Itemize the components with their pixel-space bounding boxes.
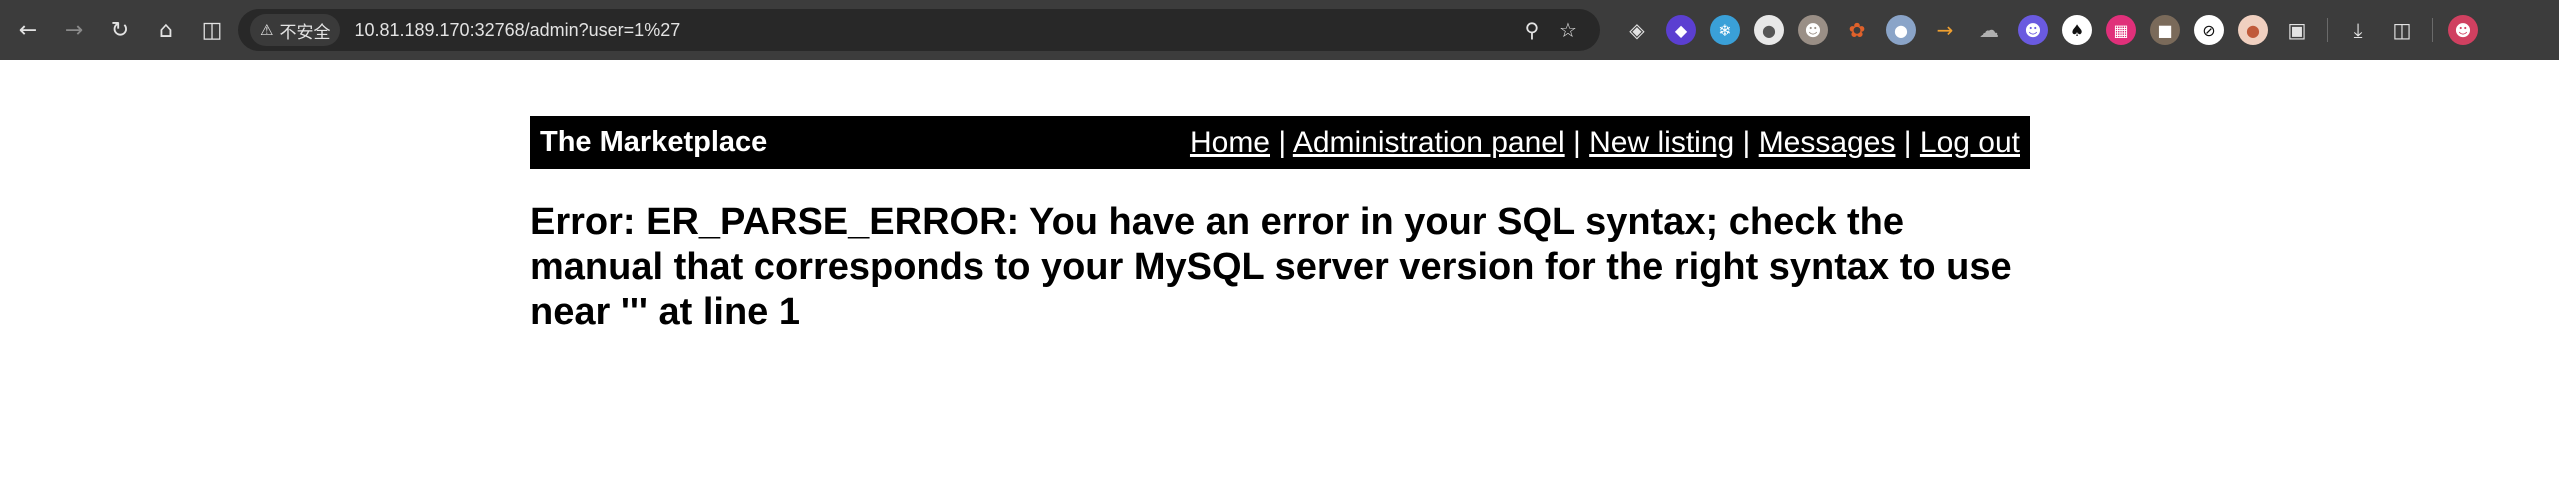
profile-avatar-icon[interactable]: ☻	[2448, 15, 2478, 45]
omnibox-actions: ⚲ ☆	[1514, 9, 1586, 51]
browser-toolbar: ← → ↻ ⌂ ◫ ⚠ 不安全 10.81.189.170:32768/admi…	[0, 0, 2559, 60]
home-icon[interactable]: ⌂	[144, 8, 188, 52]
nav-link-home[interactable]: Home	[1190, 126, 1270, 159]
extension-icon[interactable]: ▦	[2106, 15, 2136, 45]
nav-buttons: ← → ↻ ⌂ ◫	[6, 8, 236, 52]
site-header: The Marketplace Home | Administration pa…	[530, 116, 2030, 169]
extension-icon[interactable]: ✿	[1842, 15, 1872, 45]
site-title: The Marketplace	[540, 126, 768, 158]
security-label: 不安全	[279, 22, 331, 42]
extension-icon[interactable]: ●	[2238, 15, 2268, 45]
split-view-icon[interactable]: ◫	[190, 8, 234, 52]
extension-icon[interactable]: →	[1930, 15, 1960, 45]
star-icon[interactable]: ☆	[1550, 12, 1586, 48]
nav-separator: |	[1903, 125, 1912, 159]
extension-icon[interactable]: ◆	[1666, 15, 1696, 45]
extension-hat-icon[interactable]: ◈	[1622, 15, 1652, 45]
toolbar-divider	[2432, 18, 2433, 42]
nav-link-new-listing[interactable]: New listing	[1589, 126, 1734, 159]
nav-link-messages[interactable]: Messages	[1759, 126, 1896, 159]
extension-icon[interactable]: ☻	[1798, 15, 1828, 45]
nav-link-administration-panel[interactable]: Administration panel	[1293, 126, 1565, 159]
extension-icon[interactable]: ■	[2150, 15, 2180, 45]
extension-icon[interactable]: ⊘	[2194, 15, 2224, 45]
nav-link-log-out[interactable]: Log out	[1920, 126, 2020, 159]
extensions-bar: ◈ ◆ ❄ ● ☻ ✿ ● → ☁ ☻ ♠ ▦ ■ ⊘ ● ▣ ⤓ ◫ ☻	[1615, 9, 2485, 51]
warning-icon: ⚠	[260, 21, 274, 39]
translate-icon[interactable]: ◫	[2387, 15, 2417, 45]
extension-icon[interactable]: ☻	[2018, 15, 2048, 45]
reload-icon[interactable]: ↻	[98, 8, 142, 52]
sql-error-message: Error: ER_PARSE_ERROR: You have an error…	[530, 201, 2012, 333]
nav-separator: |	[1278, 125, 1287, 159]
download-icon[interactable]: ⤓	[2343, 15, 2373, 45]
puzzle-icon[interactable]: ▣	[2282, 15, 2312, 45]
extension-icon[interactable]: ☁	[1974, 15, 2004, 45]
nav-separator: |	[1573, 125, 1581, 159]
address-bar[interactable]: ⚠ 不安全 10.81.189.170:32768/admin?user=1%2…	[238, 9, 1600, 51]
extension-icon[interactable]: ●	[1754, 15, 1784, 45]
forward-icon[interactable]: →	[52, 8, 96, 52]
zoom-icon[interactable]: ⚲	[1514, 12, 1550, 48]
security-indicator[interactable]: ⚠ 不安全	[250, 14, 341, 46]
toolbar-divider	[2327, 18, 2328, 42]
extension-icon[interactable]: ●	[1886, 15, 1916, 45]
site-nav: Home | Administration panel | New listin…	[1190, 126, 2020, 160]
extension-icon[interactable]: ❄	[1710, 15, 1740, 45]
back-icon[interactable]: ←	[6, 8, 50, 52]
url-text[interactable]: 10.81.189.170:32768/admin?user=1%27	[354, 20, 680, 41]
nav-separator: |	[1742, 125, 1751, 159]
extension-icon[interactable]: ♠	[2062, 15, 2092, 45]
